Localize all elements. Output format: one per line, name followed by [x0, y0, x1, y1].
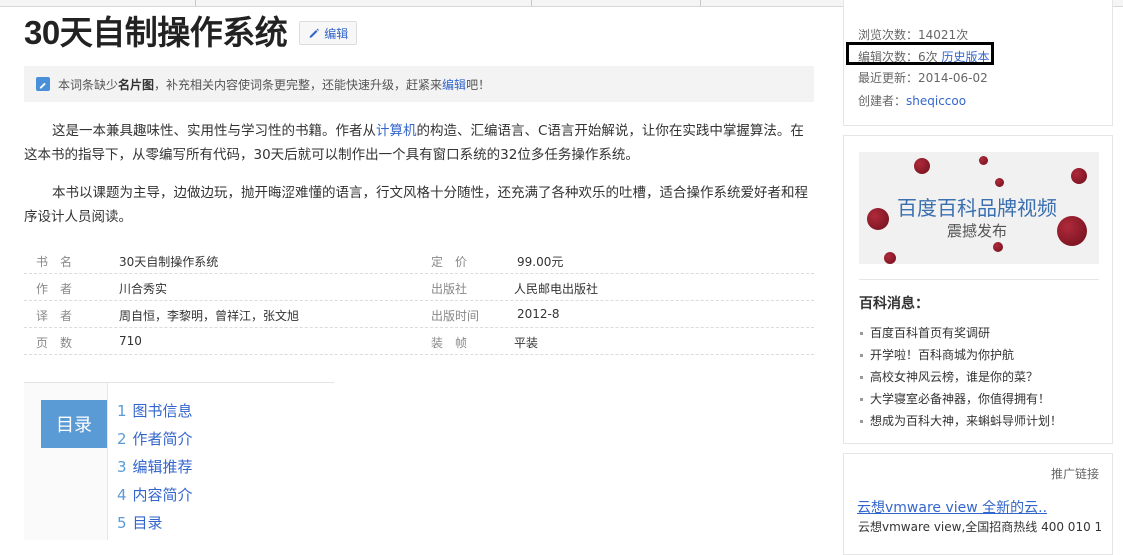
- news-item[interactable]: 高校女神风云榜，谁是你的菜？: [860, 368, 1038, 385]
- news-item[interactable]: 百度百科首页有奖调研: [860, 324, 990, 341]
- computer-link[interactable]: 计算机: [376, 123, 417, 139]
- missing-image-notice: 本词条缺少 名片图 ，补充相关内容使词条更完整，还能快速升级，赶紧来 编辑 吧！: [24, 66, 814, 102]
- toc-item[interactable]: 1 图书信息: [117, 400, 193, 421]
- updated-value: 2014-06-02: [918, 71, 988, 85]
- news-item[interactable]: 大学寝室必备神器，你值得拥有！: [860, 390, 1050, 407]
- title-row: 30天自制操作系统 编辑: [24, 8, 358, 52]
- tab-separator: [531, 0, 532, 6]
- banner-dot: [979, 156, 988, 165]
- banner-title: 百度百科品牌视频: [897, 196, 1057, 220]
- page-title: 30天自制操作系统: [24, 14, 288, 51]
- news-divider: [859, 279, 1099, 280]
- info-value: 平装: [514, 336, 539, 350]
- news-item-text: 高校女神风云榜，谁是你的菜？: [870, 370, 1039, 384]
- info-label: 出版时间: [431, 309, 480, 323]
- toc-item-label: 内容简介: [132, 486, 193, 504]
- banner-dot: [993, 242, 1003, 252]
- views-value: 14021次: [918, 28, 969, 42]
- toc-badge: 目录: [41, 400, 107, 448]
- info-row: 页 数 710 装 帧 平装: [24, 328, 814, 355]
- intro-paragraph-2: 本书以课题为主导，边做边玩，抛开晦涩难懂的语言，行文风格十分随性，还充满了各种欢…: [24, 185, 808, 225]
- edit-button-label: 编辑: [324, 26, 349, 41]
- tab-separator: [700, 0, 701, 6]
- highlight-box: [846, 42, 994, 65]
- edit-button[interactable]: 编辑: [299, 21, 358, 45]
- info-label: 书 名: [36, 255, 73, 269]
- pencil-icon: [309, 28, 320, 38]
- news-title: 百科消息：: [859, 296, 929, 312]
- notice-middle: ，补充相关内容使词条更完整，还能快速升级，赶紧来: [154, 77, 443, 92]
- info-value: 川合秀实: [119, 282, 168, 296]
- banner-dot: [914, 158, 930, 174]
- news-item-text: 百度百科首页有奖调研: [870, 326, 991, 340]
- intro-paragraph-1: 这是一本兼具趣味性、实用性与学习性的书籍。作者从计算机的构造、汇编语言、C语言开…: [24, 119, 814, 167]
- toc-item-number: 1: [117, 402, 127, 420]
- info-label: 页 数: [36, 336, 73, 350]
- brand-video-banner[interactable]: 百度百科品牌视频 震撼发布: [859, 152, 1099, 264]
- info-value: 99.00元: [517, 255, 564, 269]
- ad-description: 云想vmware view,全国招商热线 400 010 1: [858, 520, 1103, 534]
- views-stat: 浏览次数：14021次: [858, 26, 968, 43]
- toc-item-number: 4: [117, 486, 127, 504]
- creator-label: 创建者：: [858, 94, 907, 108]
- info-row: 作 者 川合秀实 出版社 人民邮电出版社: [24, 274, 814, 301]
- creator-link[interactable]: sheqiccoo: [906, 94, 966, 108]
- notice-edit-link[interactable]: 编辑: [442, 76, 466, 93]
- book-info-table: 书 名 30天自制操作系统 定 价 99.00元 作 者 川合秀实 出版社 人民…: [24, 247, 814, 355]
- toc-item[interactable]: 4 内容简介: [117, 484, 193, 505]
- updated-stat: 最近更新：2014-06-02: [858, 69, 988, 86]
- notice-bold: 名片图: [118, 77, 155, 92]
- info-value: 2012-8: [517, 307, 560, 321]
- news-item-text: 开学啦！百科商城为你护航: [870, 348, 1015, 362]
- info-label: 装 帧: [431, 336, 468, 350]
- banner-dot: [884, 252, 896, 264]
- toc-item-label: 编辑推荐: [132, 458, 193, 476]
- toc-item-number: 5: [117, 514, 127, 532]
- notice-prefix: 本词条缺少: [58, 77, 119, 92]
- banner-dot: [1071, 168, 1087, 184]
- creator-stat: 创建者：sheqiccoo: [858, 92, 966, 109]
- banner-dot: [867, 208, 889, 230]
- bullet-icon: [860, 354, 863, 357]
- info-row: 译 者 周自恒，李黎明，曾祥江，张文旭 出版时间 2012-8: [24, 301, 814, 328]
- edit-notice-icon: [36, 77, 50, 91]
- toc-item-number: 3: [117, 458, 127, 476]
- news-item[interactable]: 想成为百科大神，来蝌蚪导师计划！: [860, 412, 1062, 429]
- info-value: 710: [119, 334, 142, 348]
- intro-text: 这是一本兼具趣味性、实用性与学习性的书籍。作者从: [52, 123, 376, 139]
- bullet-icon: [860, 332, 863, 335]
- toc-item-label: 图书信息: [132, 402, 193, 420]
- news-item[interactable]: 开学啦！百科商城为你护航: [860, 346, 1014, 363]
- ad-link[interactable]: 云想vmware view 全新的云..: [857, 497, 1047, 517]
- updated-label: 最近更新：: [858, 71, 919, 85]
- banner-dot: [995, 178, 1004, 187]
- info-value: 30天自制操作系统: [119, 255, 219, 269]
- news-item-text: 想成为百科大神，来蝌蚪导师计划！: [870, 414, 1063, 428]
- info-value: 人民邮电出版社: [514, 282, 599, 296]
- toc-item[interactable]: 3 编辑推荐: [117, 456, 193, 477]
- notice-suffix: 吧！: [466, 77, 491, 92]
- info-row: 书 名 30天自制操作系统 定 价 99.00元: [24, 247, 814, 274]
- toc-vertical-line: [107, 383, 108, 540]
- info-value: 周自恒，李黎明，曾祥江，张文旭: [119, 309, 300, 323]
- sponsored-label: 推广链接: [1051, 467, 1100, 481]
- bullet-icon: [860, 376, 863, 379]
- toc-item-label: 作者简介: [132, 430, 193, 448]
- info-label: 出版社: [431, 282, 468, 296]
- news-item-text: 大学寝室必备神器，你值得拥有！: [870, 392, 1051, 406]
- views-label: 浏览次数：: [858, 28, 919, 42]
- banner-subtitle: 震撼发布: [947, 222, 1008, 240]
- toc-item[interactable]: 5 目录: [117, 512, 163, 533]
- bullet-icon: [860, 398, 863, 401]
- bullet-icon: [860, 420, 863, 423]
- info-label: 作 者: [36, 282, 73, 296]
- info-label: 定 价: [431, 255, 468, 269]
- toc-item-label: 目录: [132, 514, 163, 532]
- banner-dot: [1057, 216, 1087, 246]
- toc-item-number: 2: [117, 430, 127, 448]
- info-label: 译 者: [36, 309, 73, 323]
- toc-item[interactable]: 2 作者简介: [117, 428, 193, 449]
